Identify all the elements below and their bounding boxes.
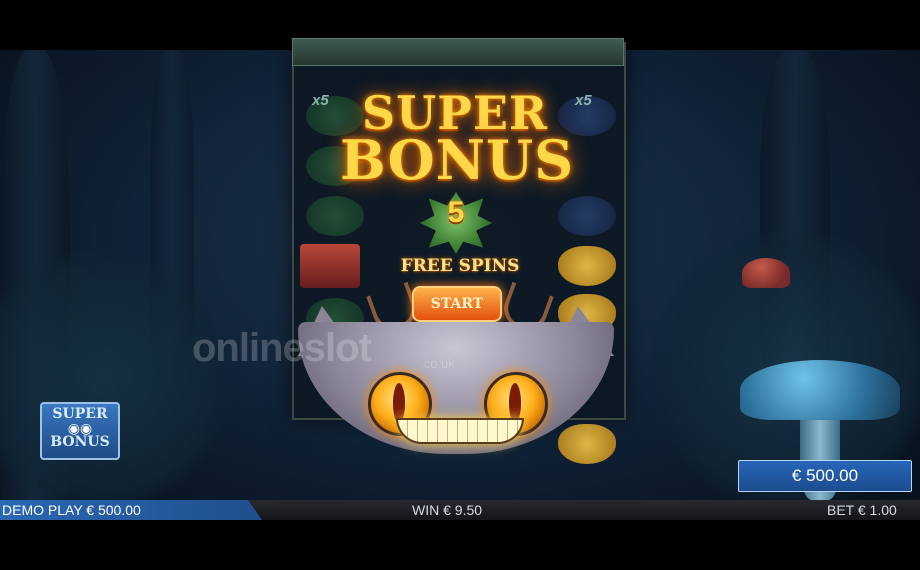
badge-line2: BONUS	[50, 434, 110, 450]
reel-symbol	[558, 246, 616, 286]
free-spins-count: 5	[447, 196, 465, 229]
reel-header	[292, 38, 624, 66]
cat-pupil	[393, 383, 405, 423]
win-label: WIN € 9.50	[412, 502, 483, 518]
reel-symbol	[558, 424, 616, 464]
mushroom-red	[742, 258, 790, 288]
mushroom-blue	[740, 360, 900, 420]
letterbox-bottom	[0, 520, 920, 570]
super-bonus-badge[interactable]: SUPER ◉◉ BONUS	[40, 402, 120, 460]
free-spins-label: FREE SPINS	[400, 256, 520, 276]
multiplier-left: x5	[312, 92, 329, 109]
reel-symbol	[306, 196, 364, 236]
cat-smile	[396, 418, 524, 444]
balance-display[interactable]: € 500.00	[738, 460, 912, 492]
watermark: onlineslot	[192, 326, 372, 370]
multiplier-right: x5	[575, 92, 592, 109]
watermark-domain: .co.uk	[420, 356, 455, 371]
start-button[interactable]: START	[412, 286, 502, 322]
reel-symbol	[300, 244, 360, 288]
title-bonus: BONUS	[340, 128, 575, 192]
foliage-left	[0, 250, 240, 510]
demo-play-label: DEMO PLAY € 500.00	[2, 502, 141, 518]
owl-eyes-icon: ◉◉	[67, 420, 93, 436]
cat-pupil	[509, 383, 521, 423]
reel-symbol	[558, 196, 616, 236]
bet-label: BET € 1.00	[827, 502, 897, 518]
